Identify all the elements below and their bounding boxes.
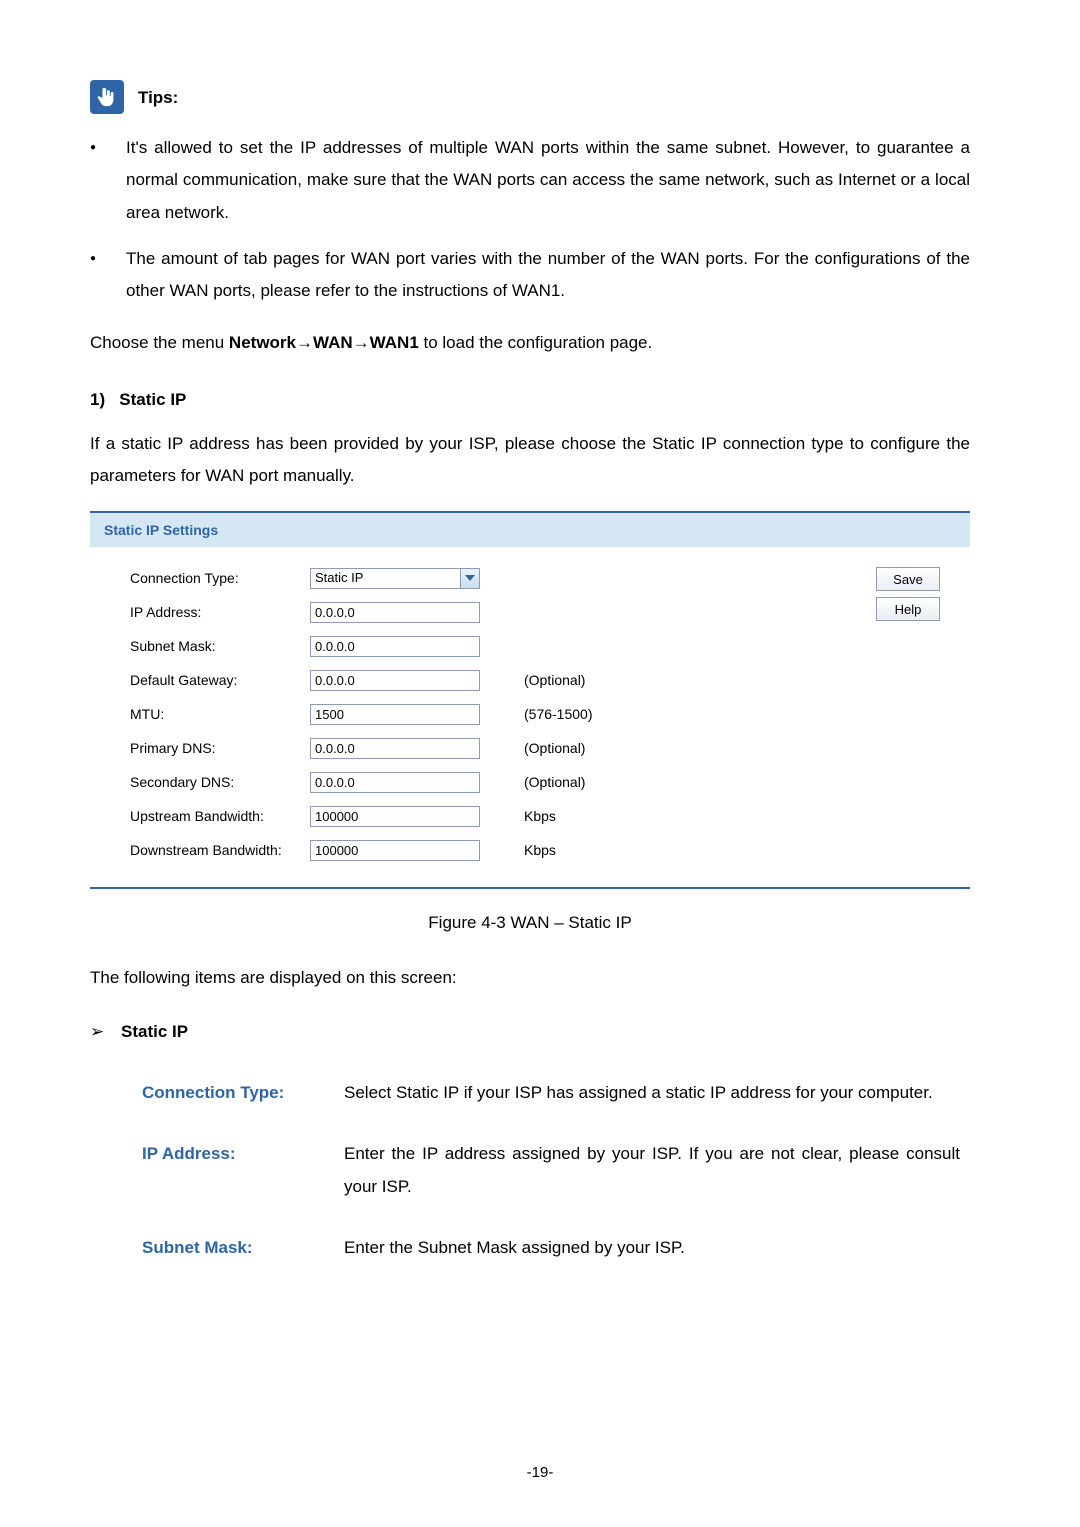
hint-connection-type (524, 561, 744, 595)
label-mtu: MTU: (130, 697, 310, 731)
tips-item: It's allowed to set the IP addresses of … (90, 132, 970, 229)
section-title: Static IP (119, 390, 186, 409)
hand-pointer-icon (90, 80, 124, 114)
chevron-down-icon (460, 569, 479, 588)
primary-dns-input[interactable] (310, 738, 480, 759)
document-page: Tips: It's allowed to set the IP address… (0, 0, 1080, 1527)
ip-address-input[interactable] (310, 602, 480, 623)
desc-label: Subnet Mask: (90, 1231, 343, 1292)
desc-value: Enter the Subnet Mask assigned by your I… (343, 1231, 970, 1292)
hint-subnet-mask (524, 629, 744, 663)
desc-value: Select Static IP if your ISP has assigne… (343, 1076, 970, 1137)
menu-path: Choose the menu Network→WAN→WAN1 to load… (90, 327, 970, 359)
desc-label: Connection Type: (90, 1076, 343, 1137)
desc-row-connection-type: Connection Type: Select Static IP if you… (90, 1076, 970, 1137)
menu-path-prefix: Choose the menu (90, 333, 229, 352)
hint-ip-address (524, 595, 744, 629)
connection-type-value: Static IP (311, 566, 460, 591)
static-ip-settings-panel: Static IP Settings Connection Type: IP A… (90, 511, 970, 890)
section-intro: If a static IP address has been provided… (90, 428, 970, 493)
figure-caption: Figure 4-3 WAN – Static IP (90, 907, 970, 939)
label-primary-dns: Primary DNS: (130, 731, 310, 765)
following-items-text: The following items are displayed on thi… (90, 962, 970, 994)
hint-downstream-bandwidth: Kbps (524, 833, 744, 867)
mtu-input[interactable] (310, 704, 480, 725)
label-subnet-mask: Subnet Mask: (130, 629, 310, 663)
hint-secondary-dns: (Optional) (524, 765, 744, 799)
section-heading: 1) Static IP (90, 384, 970, 416)
label-ip-address: IP Address: (130, 595, 310, 629)
connection-type-select[interactable]: Static IP (310, 568, 480, 589)
hint-mtu: (576-1500) (524, 697, 744, 731)
save-button[interactable]: Save (876, 567, 940, 591)
arrow-heading-static-ip: Static IP (90, 1016, 970, 1048)
tips-header: Tips: (90, 80, 970, 114)
hint-primary-dns: (Optional) (524, 731, 744, 765)
menu-path-suffix: to load the configuration page. (419, 333, 652, 352)
label-secondary-dns: Secondary DNS: (130, 765, 310, 799)
tips-item: The amount of tab pages for WAN port var… (90, 243, 970, 308)
tips-label: Tips: (138, 82, 178, 114)
page-number: -19- (0, 1459, 1080, 1488)
hint-upstream-bandwidth: Kbps (524, 799, 744, 833)
description-table: Connection Type: Select Static IP if you… (90, 1076, 970, 1292)
subnet-mask-input[interactable] (310, 636, 480, 657)
desc-row-subnet-mask: Subnet Mask: Enter the Subnet Mask assig… (90, 1231, 970, 1292)
label-default-gateway: Default Gateway: (130, 663, 310, 697)
label-connection-type: Connection Type: (130, 561, 310, 595)
upstream-bandwidth-input[interactable] (310, 806, 480, 827)
tips-list: It's allowed to set the IP addresses of … (90, 132, 970, 307)
desc-value: Enter the IP address assigned by your IS… (343, 1137, 970, 1231)
menu-path-bold: Network→WAN→WAN1 (229, 333, 419, 352)
hint-default-gateway: (Optional) (524, 663, 744, 697)
label-downstream-bandwidth: Downstream Bandwidth: (130, 833, 310, 867)
downstream-bandwidth-input[interactable] (310, 840, 480, 861)
help-button[interactable]: Help (876, 597, 940, 621)
default-gateway-input[interactable] (310, 670, 480, 691)
panel-title: Static IP Settings (90, 513, 970, 548)
desc-label: IP Address: (90, 1137, 343, 1231)
arrow-heading-text: Static IP (121, 1022, 188, 1041)
label-upstream-bandwidth: Upstream Bandwidth: (130, 799, 310, 833)
desc-row-ip-address: IP Address: Enter the IP address assigne… (90, 1137, 970, 1231)
secondary-dns-input[interactable] (310, 772, 480, 793)
section-number: 1) (90, 390, 105, 409)
